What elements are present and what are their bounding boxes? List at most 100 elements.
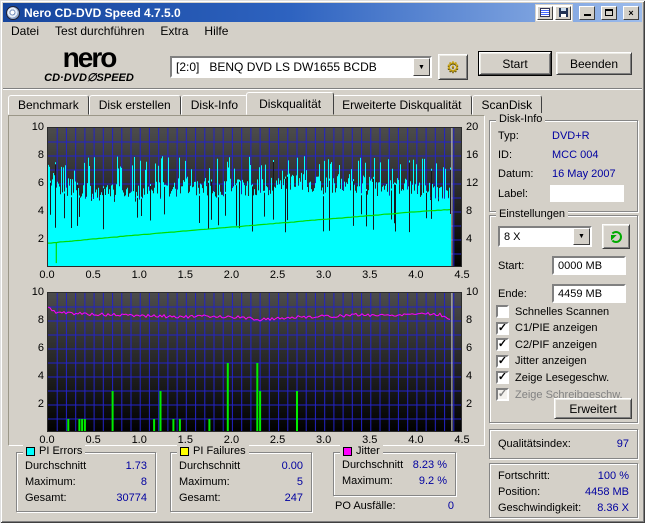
pie-total-value: 30774 [116,492,147,507]
drive-action-button[interactable]: ⚙ [438,54,468,80]
menu-bar: Datei Test durchführen Extra Hilfe [3,22,642,40]
axis-tick-label: 0.5 [80,434,106,446]
tab-disk-erstellen[interactable]: Disk erstellen [89,95,181,115]
window-title: Nero CD-DVD Speed 4.7.5.0 [24,6,531,20]
tab-strip: Benchmark Disk erstellen Disk-Info Diskq… [8,92,542,115]
minimize-button[interactable] [579,6,595,20]
axis-tick-label: 0.0 [34,434,60,446]
tab-benchmark[interactable]: Benchmark [8,95,89,115]
app-icon [6,6,20,20]
maximize-button[interactable] [601,6,617,20]
axis-tick-label: 2.5 [265,269,291,281]
checkbox-label: C1/PIE anzeigen [515,322,598,334]
pi-errors-title: PI Errors [39,445,82,457]
axis-tick-label: 2.5 [265,434,291,446]
checkbox-label: Jitter anzeigen [515,355,587,367]
axis-tick-label: 8 [466,314,486,326]
close-button[interactable]: × [623,6,639,20]
tab-scandisk[interactable]: ScanDisk [472,95,543,115]
axis-tick-label: 3.5 [357,269,383,281]
axis-tick-label: 16 [466,149,486,161]
disk-info-group: Disk-Info Typ: DVD+R ID: MCC 004 Datum: … [489,120,638,212]
jitter-title: Jitter [356,445,380,457]
jitter-avg-label: Durchschnitt [342,459,403,474]
settings-title: Einstellungen [496,208,568,220]
nero-logo-main: nero [10,44,168,72]
axis-tick-label: 12 [466,177,486,189]
jitter-group: Jitter Durchschnitt8.23 % Maximum:9.2 % [333,452,456,496]
axis-tick-label: 6 [24,177,44,189]
pif-max-value: 5 [297,476,303,491]
disk-id-label: ID: [498,149,512,164]
disk-typ-label: Typ: [498,130,519,145]
title-bar: Nero CD-DVD Speed 4.7.5.0 × [3,3,642,22]
speed-select[interactable]: 8 X ▼ [498,226,592,247]
checkbox-box[interactable]: ✓ [496,371,509,384]
nero-logo: nero CD·DVD∅SPEED [10,44,168,84]
pi-errors-group: PI Errors Durchschnitt1.73 Maximum:8 Ges… [16,452,156,512]
scan-end-input[interactable]: 4459 MB [552,284,626,303]
tab-erweiterte-diskqualitaet[interactable]: Erweiterte Diskqualität [332,95,471,115]
axis-tick-label: 2.0 [218,434,244,446]
speed-label: Geschwindigkeit: [498,502,581,517]
start-button[interactable]: Start [479,52,551,75]
position-value: 4458 MB [585,486,629,501]
checkbox-c1-pie-anzeigen[interactable]: ✓ C1/PIE anzeigen [496,321,598,336]
checkbox-schnelles-scannen[interactable]: Schnelles Scannen [496,304,609,319]
save-results-button[interactable] [555,6,571,20]
jitter-color-swatch [343,447,352,456]
disk-datum-label: Datum: [498,168,533,183]
axis-tick-label: 10 [24,286,44,298]
drive-select[interactable]: [2:0] BENQ DVD LS DW1655 BCDB ▼ [170,56,432,78]
scan-start-input[interactable]: 0000 MB [552,256,626,275]
chevron-down-icon: ▼ [418,64,425,71]
pi-errors-color-swatch [26,447,35,456]
axis-tick-label: 2 [466,398,486,410]
pif-max-label: Maximum: [179,476,230,491]
gears-icon: ⚙ [446,60,459,75]
checkbox-box[interactable]: ✓ [496,338,509,351]
axis-tick-label: 8 [24,149,44,161]
disk-label-label: Label: [498,188,528,203]
advanced-button[interactable]: Erweitert [554,398,632,419]
speed-select-value: 8 X [500,231,573,243]
minimize-icon [584,9,591,16]
checkbox-zeige-lesegeschw-[interactable]: ✓ Zeige Lesegeschw. [496,370,609,385]
tab-diskqualitaet[interactable]: Diskqualität [246,92,334,115]
checkbox-box[interactable]: ✓ [496,355,509,368]
checkbox-label: C2/PIF anzeigen [515,339,597,351]
report-button[interactable] [537,6,553,20]
checkbox-box[interactable]: ✓ [496,322,509,335]
menu-datei[interactable]: Datei [3,23,47,39]
jitter-max-value: 9.2 % [419,475,447,490]
axis-tick-label: 4.0 [403,269,429,281]
axis-tick-label: 4.5 [449,434,475,446]
refresh-icon [610,231,622,243]
speed-value: 8.36 X [597,502,629,517]
po-failures-value: 0 [448,500,454,512]
checkbox-c2-pif-anzeigen[interactable]: ✓ C2/PIF anzeigen [496,337,597,352]
quit-button[interactable]: Beenden [556,52,632,75]
scan-start-label: Start: [498,260,524,272]
axis-tick-label: 6 [466,342,486,354]
drive-select-value: [2:0] BENQ DVD LS DW1655 BCDB [172,60,413,74]
pif-avg-label: Durchschnitt [179,460,240,475]
checkbox-box[interactable] [496,305,509,318]
pif-avg-value: 0.00 [282,460,303,475]
axis-tick-label: 4.0 [403,434,429,446]
drive-select-arrow[interactable]: ▼ [413,58,430,76]
axis-tick-label: 3.0 [311,269,337,281]
axis-tick-label: 4 [466,370,486,382]
menu-extra[interactable]: Extra [152,23,196,39]
jitter-pif-chart [47,292,462,432]
tab-disk-info[interactable]: Disk-Info [181,95,248,115]
refresh-speeds-button[interactable] [602,224,630,249]
checkbox-label: Zeige Lesegeschw. [515,372,609,384]
speed-select-arrow[interactable]: ▼ [573,228,590,245]
progress-label: Fortschritt: [498,470,550,485]
menu-hilfe[interactable]: Hilfe [196,23,236,39]
disk-datum-value: 16 May 2007 [552,168,616,180]
checkbox-jitter-anzeigen[interactable]: ✓ Jitter anzeigen [496,354,587,369]
menu-test-durchfuehren[interactable]: Test durchführen [47,23,152,39]
axis-tick-label: 4.5 [449,269,475,281]
